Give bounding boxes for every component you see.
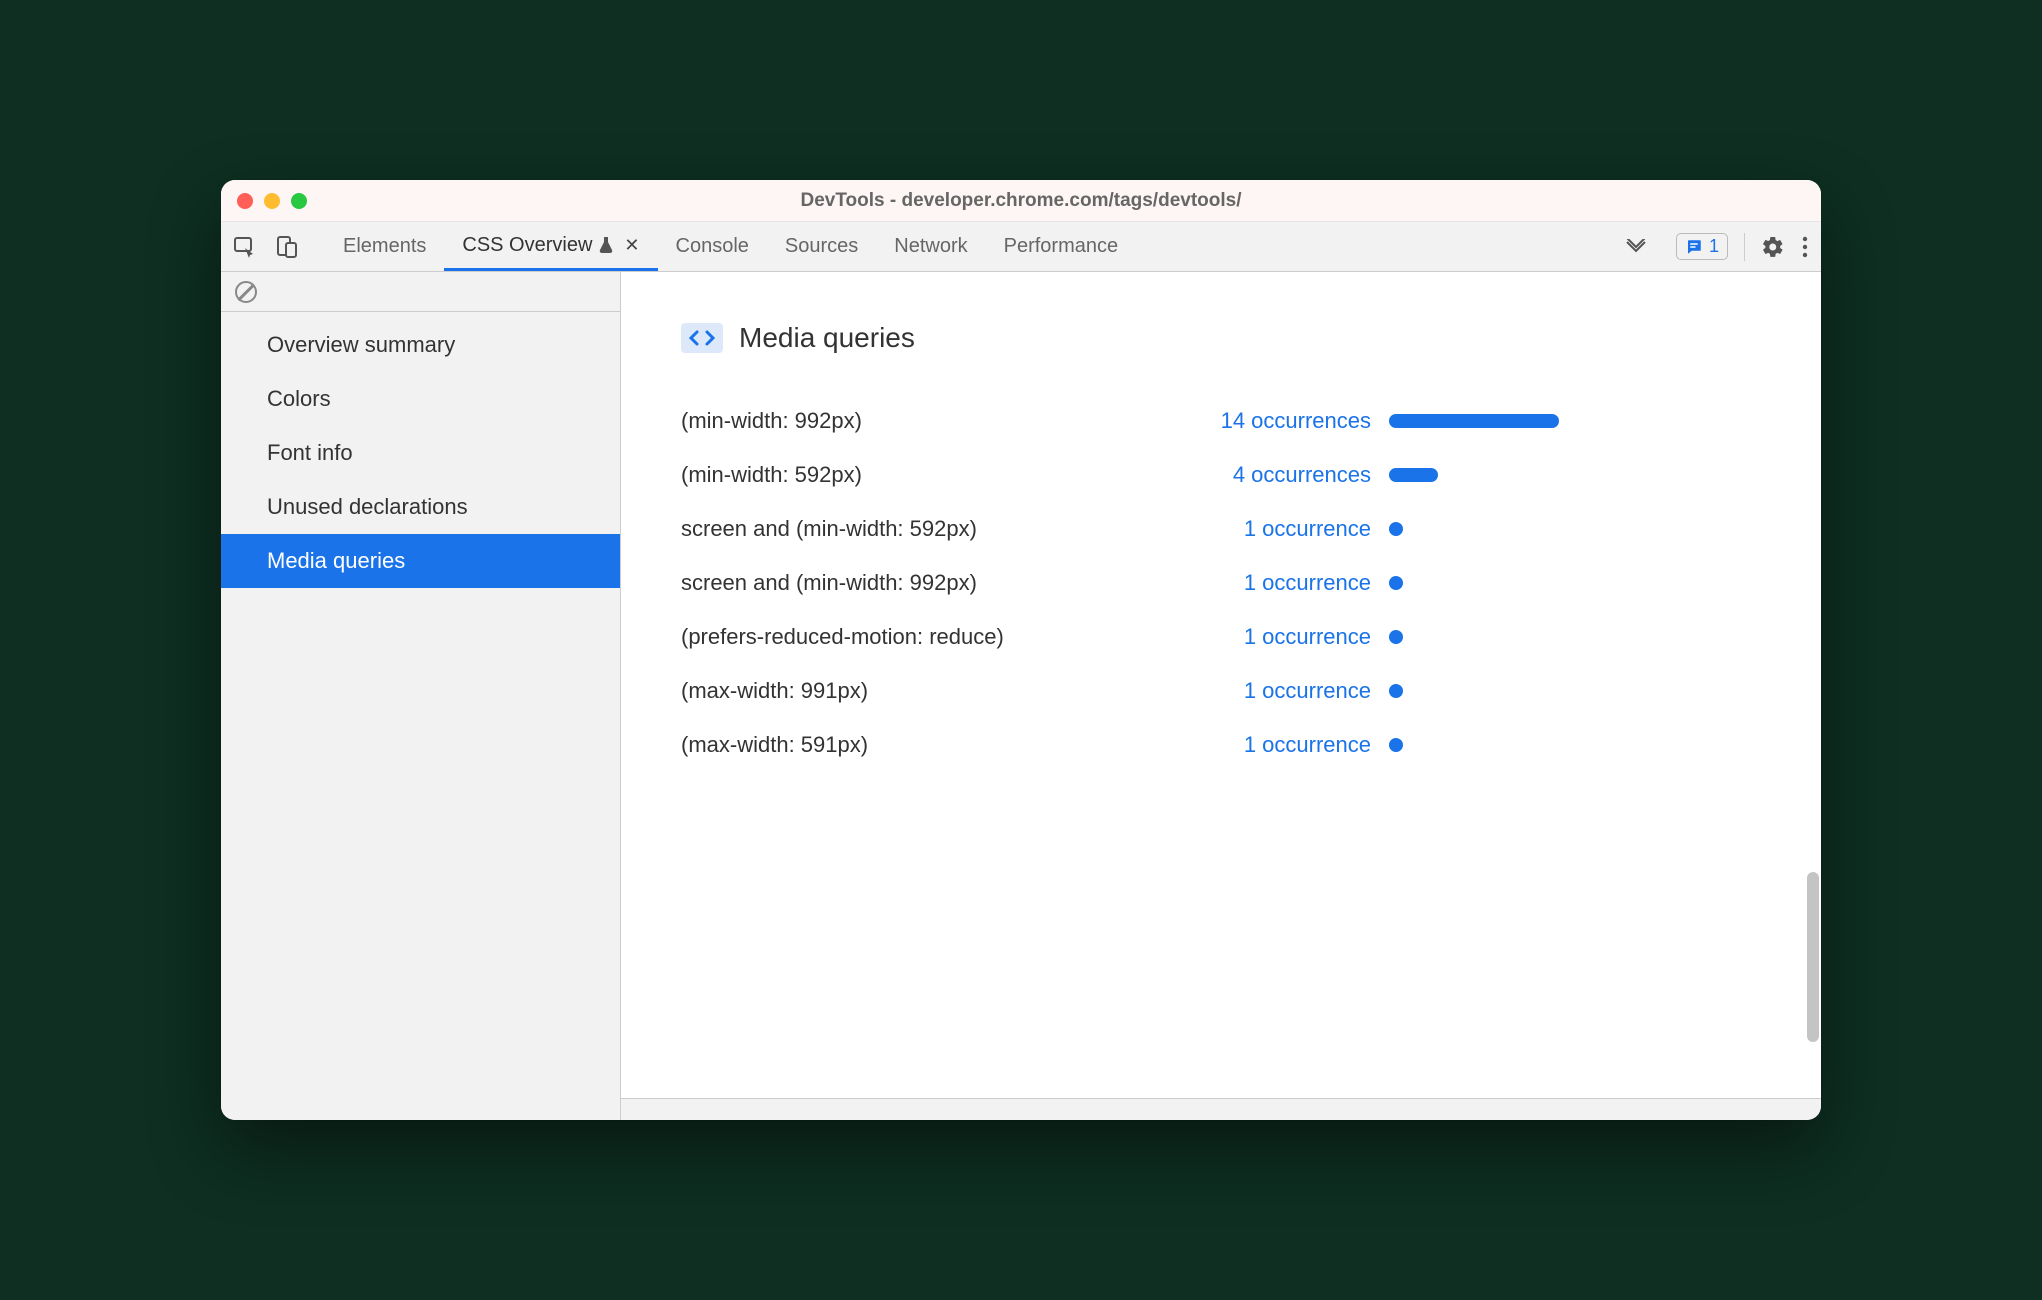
window-title: DevTools - developer.chrome.com/tags/dev… <box>221 190 1821 212</box>
chat-icon <box>1685 238 1703 256</box>
main-footer-bar <box>621 1098 1821 1120</box>
tab-label: Elements <box>343 235 426 258</box>
more-options-icon[interactable] <box>1801 235 1809 259</box>
occurrence-bar-cell <box>1389 630 1609 644</box>
panel-tabs: Elements CSS Overview ✕ Console Sources Netwo… <box>325 222 1604 271</box>
occurrences-link[interactable]: 14 occurrences <box>1191 408 1371 434</box>
occurrences-link[interactable]: 1 occurrence <box>1191 732 1371 758</box>
tab-console[interactable]: Console <box>658 222 767 271</box>
media-query-row: (max-width: 591px)1 occurrence <box>681 718 1761 772</box>
issues-count: 1 <box>1709 236 1719 257</box>
device-toolbar-icon[interactable] <box>275 235 299 259</box>
css-overview-sidebar: Overview summaryColorsFont infoUnused de… <box>221 272 621 1120</box>
media-query-text: (min-width: 992px) <box>681 408 1191 434</box>
tab-label: Network <box>894 235 967 258</box>
occurrences-link[interactable]: 1 occurrence <box>1191 516 1371 542</box>
sidebar-nav: Overview summaryColorsFont infoUnused de… <box>221 312 620 588</box>
zoom-window-button[interactable] <box>291 193 307 209</box>
minimize-window-button[interactable] <box>264 193 280 209</box>
occurrences-link[interactable]: 1 occurrence <box>1191 678 1371 704</box>
traffic-lights <box>237 193 307 209</box>
settings-icon[interactable] <box>1761 235 1785 259</box>
sidebar-top-bar <box>221 272 620 312</box>
occurrences-link[interactable]: 1 occurrence <box>1191 570 1371 596</box>
media-query-text: screen and (min-width: 992px) <box>681 570 1191 596</box>
section-header: Media queries <box>681 322 1761 354</box>
media-query-row: (min-width: 592px)4 occurrences <box>681 448 1761 502</box>
sidebar-item-font-info[interactable]: Font info <box>221 426 620 480</box>
occurrence-bar <box>1389 414 1559 428</box>
occurrence-bar <box>1389 468 1438 482</box>
tab-performance[interactable]: Performance <box>986 222 1137 271</box>
section-title: Media queries <box>739 322 915 354</box>
inspect-element-icon[interactable] <box>233 235 257 259</box>
media-query-row: (min-width: 992px)14 occurrences <box>681 394 1761 448</box>
media-query-text: screen and (min-width: 592px) <box>681 516 1191 542</box>
media-queries-icon <box>681 323 723 353</box>
more-tabs-button[interactable] <box>1612 239 1660 255</box>
sidebar-item-unused-declarations[interactable]: Unused declarations <box>221 480 620 534</box>
titlebar: DevTools - developer.chrome.com/tags/dev… <box>221 180 1821 222</box>
scrollbar-thumb[interactable] <box>1807 872 1819 1042</box>
media-query-text: (min-width: 592px) <box>681 462 1191 488</box>
sidebar-item-media-queries[interactable]: Media queries <box>221 534 620 588</box>
occurrence-bar-cell <box>1389 414 1609 428</box>
occurrences-link[interactable]: 1 occurrence <box>1191 624 1371 650</box>
issues-badge[interactable]: 1 <box>1676 233 1728 260</box>
close-window-button[interactable] <box>237 193 253 209</box>
occurrence-bar <box>1389 630 1403 644</box>
occurrence-bar-cell <box>1389 684 1609 698</box>
occurrence-bar-cell <box>1389 468 1609 482</box>
sidebar-item-colors[interactable]: Colors <box>221 372 620 426</box>
occurrences-link[interactable]: 4 occurrences <box>1191 462 1371 488</box>
occurrence-bar-cell <box>1389 576 1609 590</box>
media-query-row: screen and (min-width: 592px)1 occurrenc… <box>681 502 1761 556</box>
clear-overview-icon[interactable] <box>235 281 257 303</box>
occurrence-bar <box>1389 738 1403 752</box>
occurrence-bar-cell <box>1389 522 1609 536</box>
toolbar-divider <box>1744 233 1745 261</box>
tab-label: Console <box>676 235 749 258</box>
scrollbar-track[interactable] <box>1807 312 1819 1096</box>
tab-sources[interactable]: Sources <box>767 222 876 271</box>
media-query-text: (max-width: 591px) <box>681 732 1191 758</box>
occurrence-bar-cell <box>1389 738 1609 752</box>
devtools-window: DevTools - developer.chrome.com/tags/dev… <box>221 180 1821 1120</box>
tab-css-overview[interactable]: CSS Overview ✕ <box>444 222 657 271</box>
tab-elements[interactable]: Elements <box>325 222 444 271</box>
devtools-toolbar: Elements CSS Overview ✕ Console Sources Netwo… <box>221 222 1821 272</box>
close-tab-icon[interactable]: ✕ <box>624 235 639 256</box>
media-query-row: (prefers-reduced-motion: reduce)1 occurr… <box>681 610 1761 664</box>
media-query-text: (max-width: 991px) <box>681 678 1191 704</box>
sidebar-item-overview-summary[interactable]: Overview summary <box>221 318 620 372</box>
tab-network[interactable]: Network <box>876 222 985 271</box>
occurrence-bar <box>1389 576 1403 590</box>
media-query-row: screen and (min-width: 992px)1 occurrenc… <box>681 556 1761 610</box>
experiment-flask-icon <box>598 236 614 254</box>
media-queries-list: (min-width: 992px)14 occurrences(min-wid… <box>681 394 1761 772</box>
occurrence-bar <box>1389 522 1403 536</box>
occurrence-bar <box>1389 684 1403 698</box>
tab-label: Sources <box>785 235 858 258</box>
media-query-row: (max-width: 991px)1 occurrence <box>681 664 1761 718</box>
tab-label: CSS Overview <box>462 234 592 257</box>
main-panel: Media queries (min-width: 992px)14 occur… <box>621 272 1821 1120</box>
media-query-text: (prefers-reduced-motion: reduce) <box>681 624 1191 650</box>
tab-label: Performance <box>1004 235 1119 258</box>
